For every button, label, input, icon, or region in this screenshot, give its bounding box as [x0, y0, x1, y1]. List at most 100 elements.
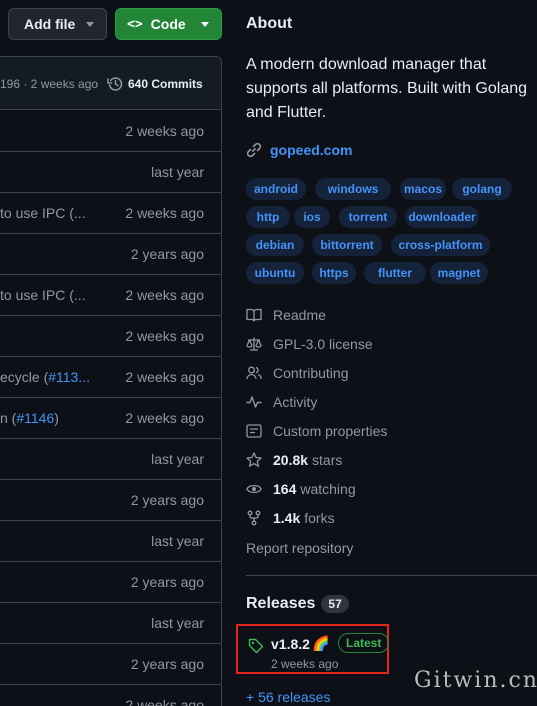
file-row[interactable]: ecycle (#113... 2 weeks ago: [0, 357, 221, 398]
topic-bittorrent[interactable]: bittorrent: [312, 234, 382, 256]
readme-label: Readme: [273, 307, 326, 323]
file-row[interactable]: to use IPC (... 2 weeks ago: [0, 193, 221, 234]
latest-release[interactable]: v1.8.2 🌈 Latest 2 weeks ago: [236, 624, 390, 674]
commit-message-text: to use IPC (...: [0, 287, 86, 303]
topic-ios[interactable]: ios: [294, 206, 330, 228]
commit-message[interactable]: ecycle (#113...: [0, 369, 90, 385]
commit-date[interactable]: last year: [151, 615, 204, 631]
watching-label: watching: [300, 481, 356, 497]
code-button[interactable]: <> Code: [115, 8, 222, 40]
releases-heading[interactable]: Releases 57: [246, 595, 349, 613]
commit-date[interactable]: 2 years ago: [131, 574, 204, 590]
file-row[interactable]: n (#1146) 2 weeks ago: [0, 398, 221, 439]
release-name: v1.8.2: [271, 636, 310, 652]
topic-magnet[interactable]: magnet: [430, 262, 488, 284]
stars-count: 20.8k: [273, 452, 309, 468]
commit-date[interactable]: last year: [151, 451, 204, 467]
topic-macos[interactable]: macos: [400, 178, 446, 200]
file-row[interactable]: 2 weeks ago: [0, 685, 221, 706]
file-row[interactable]: 2 weeks ago: [0, 111, 221, 152]
commit-date[interactable]: 2 years ago: [131, 246, 204, 262]
commits-count: 640 Commits: [128, 77, 203, 91]
file-row[interactable]: 2 years ago: [0, 480, 221, 521]
tag-icon: [248, 638, 264, 659]
custom-properties-link[interactable]: Custom properties: [246, 423, 387, 439]
latest-badge: Latest: [338, 633, 390, 653]
pull-request-link[interactable]: #113...: [48, 369, 90, 385]
report-repository-link[interactable]: Report repository: [246, 540, 353, 556]
topic-golang[interactable]: golang: [452, 178, 512, 200]
fork-icon: [246, 510, 262, 526]
commit-date[interactable]: 2 weeks ago: [125, 369, 204, 385]
releases-title: Releases: [246, 595, 316, 612]
commit-date[interactable]: last year: [151, 164, 204, 180]
commit-date[interactable]: 2 weeks ago: [125, 123, 204, 139]
latest-commit-bar: 196 · 2 weeks ago 640 Commits: [0, 57, 221, 110]
release-date: 2 weeks ago: [271, 657, 339, 671]
topic-downloader[interactable]: downloader: [405, 206, 479, 228]
homepage-link[interactable]: gopeed.com: [246, 142, 352, 158]
forks-link[interactable]: 1.4k forks: [246, 510, 335, 526]
activity-link[interactable]: Activity: [246, 394, 317, 410]
commit-date[interactable]: 2 weeks ago: [125, 287, 204, 303]
commit-message[interactable]: to use IPC (...: [0, 287, 90, 303]
topic-torrent[interactable]: torrent: [339, 206, 397, 228]
more-releases-link[interactable]: + 56 releases: [246, 689, 330, 705]
file-row[interactable]: last year: [0, 521, 221, 562]
homepage-text: gopeed.com: [270, 142, 353, 158]
topic-flutter[interactable]: flutter: [364, 262, 426, 284]
commit-date[interactable]: 2 weeks ago: [125, 410, 204, 426]
file-row[interactable]: 2 weeks ago: [0, 316, 221, 357]
activity-label: Activity: [273, 394, 318, 410]
commit-message[interactable]: n (#1146): [0, 410, 90, 426]
commit-date[interactable]: last year: [151, 533, 204, 549]
topic-ubuntu[interactable]: ubuntu: [246, 262, 304, 284]
book-icon: [246, 307, 262, 323]
law-icon: [246, 336, 262, 352]
license-link[interactable]: GPL-3.0 license: [246, 336, 373, 352]
file-row[interactable]: last year: [0, 603, 221, 644]
topic-https[interactable]: https: [312, 262, 356, 284]
watching-count: 164: [273, 481, 297, 497]
watermark: Gitwin.cn: [414, 668, 537, 693]
people-icon: [246, 365, 262, 381]
file-row[interactable]: to use IPC (... 2 weeks ago: [0, 275, 221, 316]
file-row[interactable]: 2 years ago: [0, 644, 221, 685]
watching-link[interactable]: 164 watching: [246, 481, 356, 497]
topic-windows[interactable]: windows: [315, 178, 391, 200]
sidebar: About A modern download manager that sup…: [236, 0, 537, 706]
pulse-icon: [246, 394, 262, 410]
commit-date[interactable]: 2 years ago: [131, 656, 204, 672]
releases-count-badge: 57: [321, 595, 349, 613]
chevron-down-icon: [201, 22, 209, 27]
commit-date[interactable]: 2 weeks ago: [125, 205, 204, 221]
file-row[interactable]: last year: [0, 439, 221, 480]
commit-date[interactable]: 2 weeks ago: [125, 328, 204, 344]
commit-date[interactable]: 2 weeks ago: [125, 697, 204, 706]
contributing-label: Contributing: [273, 365, 349, 381]
star-icon: [246, 452, 262, 468]
code-label: Code: [150, 16, 186, 32]
commit-message-text: to use IPC (...: [0, 205, 86, 221]
link-icon: [246, 142, 262, 158]
contributing-link[interactable]: Contributing: [246, 365, 349, 381]
topic-android[interactable]: android: [246, 178, 306, 200]
topic-http[interactable]: http: [246, 206, 290, 228]
commit-message[interactable]: to use IPC (...: [0, 205, 90, 221]
commit-date[interactable]: 2 years ago: [131, 492, 204, 508]
file-row[interactable]: 2 years ago: [0, 562, 221, 603]
file-row[interactable]: last year: [0, 152, 221, 193]
commit-hash-time[interactable]: 196 · 2 weeks ago: [0, 77, 98, 91]
file-list: 196 · 2 weeks ago 640 Commits 2 weeks ag…: [0, 56, 222, 706]
readme-link[interactable]: Readme: [246, 307, 326, 323]
rainbow-icon: 🌈: [312, 635, 330, 651]
topic-cross-platform[interactable]: cross-platform: [391, 234, 490, 256]
license-label: GPL-3.0 license: [273, 336, 373, 352]
file-row[interactable]: 2 years ago: [0, 234, 221, 275]
stars-link[interactable]: 20.8k stars: [246, 452, 342, 468]
pull-request-link[interactable]: #1146: [16, 410, 54, 426]
add-file-button[interactable]: Add file: [8, 8, 107, 40]
topic-debian[interactable]: debian: [246, 234, 304, 256]
commits-link[interactable]: 640 Commits: [107, 76, 203, 92]
forks-count: 1.4k: [273, 510, 301, 526]
